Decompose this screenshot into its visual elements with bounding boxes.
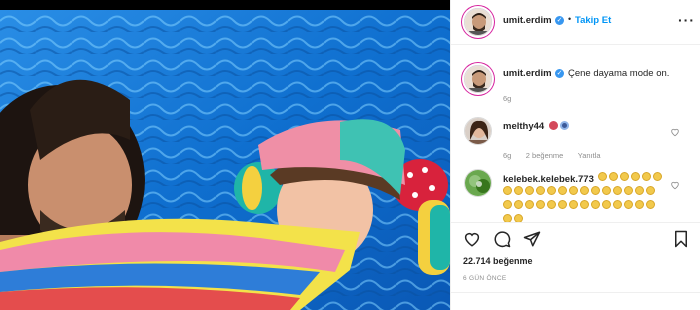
follow-button[interactable]: Takip Et <box>575 15 611 26</box>
caption-text: Çene dayama mode on. <box>568 68 670 79</box>
post-header: umit.erdim ✓ • Takip Et ··· <box>451 0 700 45</box>
post-photo[interactable] <box>0 0 450 310</box>
caption-avatar[interactable] <box>464 65 492 93</box>
emoji-icon <box>536 200 545 209</box>
pool-scene-image <box>0 10 450 310</box>
emoji-icon <box>620 172 629 181</box>
emoji-icon <box>613 186 622 195</box>
comment-avatar[interactable] <box>464 117 492 145</box>
header-username[interactable]: umit.erdim <box>503 15 552 26</box>
emoji-icon <box>514 186 523 195</box>
emoji-icon <box>569 186 578 195</box>
emoji-icon <box>591 186 600 195</box>
emoji-icon <box>536 186 545 195</box>
post-date[interactable]: 6 GÜN ÖNCE <box>463 275 506 282</box>
post-side-panel: umit.erdim ✓ • Takip Et ··· umit.erdim ✓… <box>450 0 700 310</box>
like-count[interactable]: 22.714 beğenme <box>463 256 533 266</box>
caption-username[interactable]: umit.erdim <box>503 68 552 79</box>
emoji-icon <box>642 172 651 181</box>
emoji-icon <box>646 200 655 209</box>
small-heart-icon[interactable] <box>670 124 680 137</box>
emoji-icon <box>558 200 567 209</box>
comment-bubble-icon[interactable] <box>493 230 511 248</box>
emoji-icon <box>558 186 567 195</box>
comment-meta-row: 6g 2 beğenme Yanıtla <box>503 145 601 163</box>
caption-time[interactable]: 6g <box>503 94 511 103</box>
comment-time[interactable]: 6g <box>503 151 511 160</box>
emoji-icon <box>624 186 633 195</box>
emoji-icon <box>547 200 556 209</box>
emoji-icon <box>635 186 644 195</box>
emoji-icon <box>503 186 512 195</box>
emoji-icon <box>613 200 622 209</box>
bookmark-icon[interactable] <box>672 230 690 248</box>
emoji-icon <box>525 200 534 209</box>
ring-emoji-icon <box>559 121 569 130</box>
emoji-icon <box>580 200 589 209</box>
emoji-icon <box>514 200 523 209</box>
verified-badge-icon: ✓ <box>555 16 564 25</box>
add-comment-area[interactable] <box>451 292 700 310</box>
reply-button[interactable]: Yanıtla <box>578 151 601 160</box>
paper-plane-icon[interactable] <box>523 230 541 248</box>
emoji-icon <box>591 200 600 209</box>
emoji-icon <box>609 172 618 181</box>
separator-dot: • <box>568 14 572 24</box>
comment-line: melthy44 <box>503 121 569 132</box>
photo-top-bar <box>0 0 450 10</box>
profile-photo[interactable] <box>464 8 492 36</box>
more-options-icon[interactable]: ··· <box>678 12 695 28</box>
emoji-icon <box>653 172 662 181</box>
emoji-icon <box>646 186 655 195</box>
comment-avatar[interactable] <box>464 169 492 197</box>
emoji-icon <box>624 200 633 209</box>
emoji-icon <box>525 186 534 195</box>
comment-username[interactable]: melthy44 <box>503 121 544 132</box>
emoji-icon <box>580 186 589 195</box>
emoji-icon <box>631 172 640 181</box>
emoji-icon <box>602 200 611 209</box>
action-bar: 22.714 beğenme 6 GÜN ÖNCE <box>451 222 700 292</box>
emoji-icon <box>635 200 644 209</box>
emoji-icon <box>569 200 578 209</box>
emoji-icon <box>598 172 607 181</box>
comment-username[interactable]: kelebek.kelebek.773 <box>503 174 594 185</box>
emoji-icon <box>547 186 556 195</box>
heart-emoji-icon <box>548 121 558 130</box>
heart-icon[interactable] <box>463 230 481 248</box>
verified-badge-icon: ✓ <box>555 69 564 78</box>
emoji-icon <box>602 186 611 195</box>
comment-likes[interactable]: 2 beğenme <box>526 151 564 160</box>
emoji-icon <box>503 200 512 209</box>
